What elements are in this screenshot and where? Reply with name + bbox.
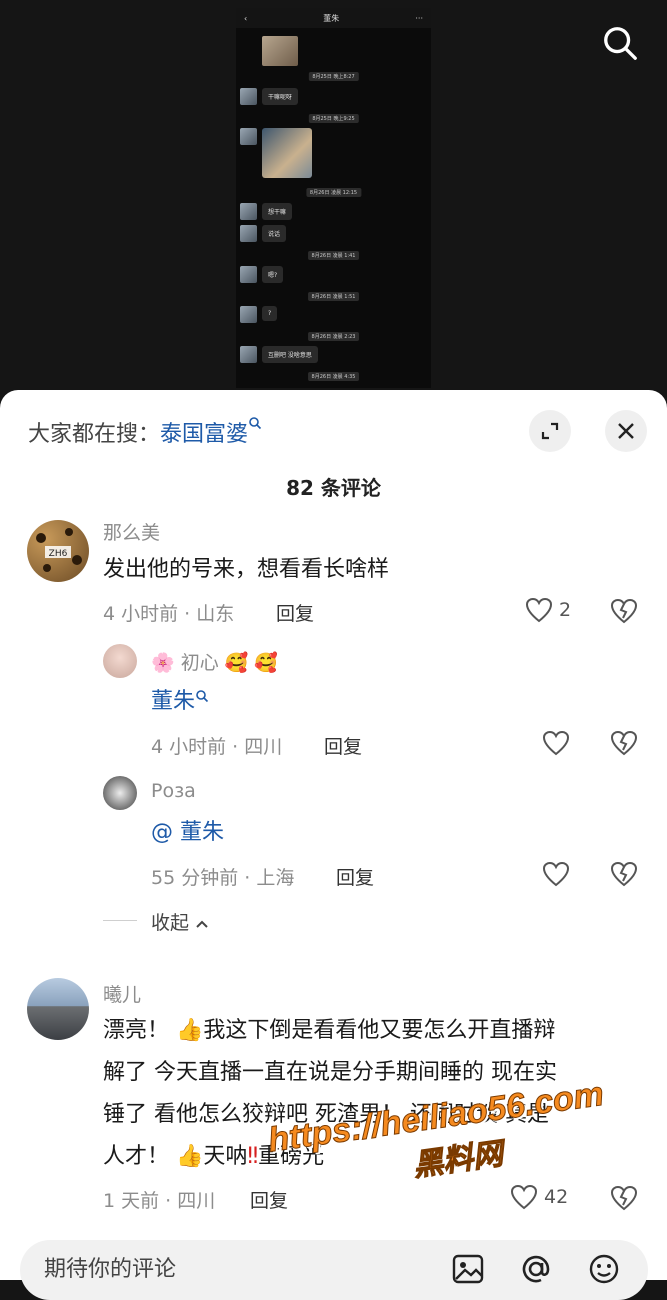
avatar (240, 266, 257, 283)
like-count: 2 (559, 599, 572, 621)
reply-meta: 55 分钟前 · 上海 (151, 867, 295, 889)
image-message (262, 128, 312, 178)
message-bubble: 说话 (262, 225, 287, 242)
broken-heart-icon[interactable] (610, 861, 638, 887)
heart-icon (525, 597, 553, 623)
comment-meta: 1 天前 · 四川 (103, 1190, 216, 1212)
reply-username[interactable]: Роза (151, 780, 196, 802)
message-bubble: 想干嘛 (262, 203, 293, 220)
avatar[interactable] (103, 644, 137, 678)
avatar[interactable] (103, 776, 137, 810)
chat-screenshot: ‹ 董朱 ··· 8月25日 晚上8:27 干嘛呢呀 8月25日 晚上9:25 … (236, 8, 431, 388)
comment-text-segment: 我这下倒是看看他又要怎么开直播辩 (203, 1018, 556, 1043)
search-icon (249, 417, 262, 430)
chat-title: 董朱 (323, 13, 340, 23)
broken-heart-icon[interactable] (610, 598, 638, 624)
reply-button[interactable]: 回复 (276, 599, 314, 626)
comment-username[interactable]: 那么美 (103, 518, 160, 545)
comment-text-segment: 天呐 (203, 1144, 248, 1169)
timestamp: 8月26日 凌晨 1:41 (307, 251, 360, 260)
avatar (240, 306, 257, 323)
timestamp: 8月26日 凌晨 4:35 (307, 372, 360, 381)
avatar (240, 225, 257, 242)
hot-search-keyword[interactable]: 泰国富婆 (160, 422, 248, 447)
divider (103, 920, 137, 921)
reply-text: 董朱 (151, 681, 209, 723)
timestamp: 8月25日 晚上9:25 (308, 114, 359, 123)
image-message (262, 36, 298, 66)
reply-meta: 4 小时前 · 四川 (151, 736, 283, 758)
avatar (240, 203, 257, 220)
avatar (240, 346, 257, 363)
back-icon: ‹ (244, 13, 248, 23)
hot-search[interactable]: 大家都在搜：泰国富婆 (28, 416, 262, 448)
comment-text-segment: 人才！ (103, 1144, 170, 1169)
emoji-icon[interactable] (588, 1253, 620, 1285)
more-icon: ··· (415, 13, 423, 23)
reply-text: @ 董朱 (151, 812, 224, 854)
heart-icon (510, 1184, 538, 1210)
timestamp: 8月26日 凌晨 12:15 (305, 188, 362, 197)
reply-button[interactable]: 回复 (324, 732, 362, 759)
message: 干嘛呢呀 (240, 88, 299, 105)
comment-meta: 4 小时前 · 山东 (103, 603, 235, 625)
expand-icon (541, 422, 559, 440)
comment-username[interactable]: 曦儿 (103, 980, 141, 1007)
close-icon (618, 423, 634, 439)
chat-body: 8月25日 晚上8:27 干嘛呢呀 8月25日 晚上9:25 8月26日 凌晨 … (236, 28, 431, 388)
search-icon (196, 690, 209, 703)
message: 想干嘛 (240, 203, 293, 220)
thumbs-up-emoji: 👍 (176, 1144, 204, 1169)
timestamp: 8月26日 凌晨 2:23 (307, 332, 360, 341)
broken-heart-icon[interactable] (610, 730, 638, 756)
chat-header: ‹ 董朱 ··· (236, 8, 431, 28)
message-bubble: 嗯? (262, 266, 284, 283)
mention-link[interactable]: @ 董朱 (151, 820, 224, 845)
comment-input[interactable] (42, 1250, 426, 1288)
message-bubble: 互删吧 没啥意思 (262, 346, 318, 363)
timestamp: 8月26日 凌晨 1:51 (307, 292, 360, 301)
like-button[interactable]: 42 (510, 1184, 568, 1210)
collapse-label: 收起 (151, 912, 190, 934)
heart-icon[interactable] (542, 730, 570, 756)
like-count: 42 (544, 1186, 569, 1208)
message-bubble: 干嘛呢呀 (262, 88, 299, 105)
avatar[interactable]: ZH6 (27, 520, 89, 582)
broken-heart-icon[interactable] (610, 1185, 638, 1211)
video-preview[interactable]: ‹ 董朱 ··· 8月25日 晚上8:27 干嘛呢呀 8月25日 晚上9:25 … (0, 0, 667, 400)
close-button[interactable] (605, 410, 647, 452)
avatar[interactable] (27, 978, 89, 1040)
svg-text:ZH6: ZH6 (49, 549, 68, 559)
chevron-up-icon (196, 920, 208, 928)
comment-text-segment: 漂亮！ (103, 1018, 170, 1043)
collapse-replies-button[interactable]: 收起 (151, 908, 209, 935)
heart-icon[interactable] (542, 861, 570, 887)
message (240, 128, 312, 178)
double-exclamation-emoji: ‼ (247, 1144, 259, 1169)
like-button[interactable]: 2 (525, 597, 571, 623)
search-icon[interactable] (601, 24, 639, 62)
message-bubble: ? (262, 306, 278, 321)
comment-input-bar[interactable] (20, 1240, 648, 1300)
comment-text: 发出他的号来，想看看长啥样 (103, 557, 390, 582)
hot-search-label: 大家都在搜： (28, 422, 161, 447)
message: ? (240, 306, 278, 323)
reply-button[interactable]: 回复 (336, 863, 374, 890)
timestamp: 8月25日 晚上8:27 (308, 72, 359, 81)
avatar (240, 88, 257, 105)
expand-button[interactable] (529, 410, 571, 452)
mention-icon[interactable] (520, 1253, 552, 1285)
avatar (240, 128, 257, 145)
message: 嗯? (240, 266, 284, 283)
reply-username[interactable]: 🌸 初心 🥰 🥰 (151, 648, 278, 675)
thumbs-up-emoji: 👍 (176, 1018, 204, 1043)
comment-count: 82 条评论 (286, 476, 381, 500)
mention-link[interactable]: 董朱 (151, 689, 195, 714)
message: 说话 (240, 225, 287, 242)
message: 互删吧 没啥意思 (240, 346, 318, 363)
